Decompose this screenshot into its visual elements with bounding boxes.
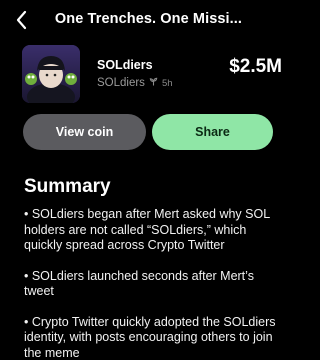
share-button[interactable]: Share — [152, 114, 273, 150]
market-cap: $2.5M — [229, 56, 282, 77]
coin-subtitle: SOLdiers 5h — [97, 77, 173, 89]
coin-ticker: SOLdiers — [97, 77, 145, 89]
summary-list: • SOLdiers began after Mert asked why SO… — [24, 207, 279, 360]
summary-bullet: • SOLdiers launched seconds after Mert’s… — [24, 268, 254, 299]
summary-bullet: • Crypto Twitter quickly adopted the SOL… — [24, 314, 276, 360]
coin-name: SOLdiers — [97, 58, 153, 72]
top-bar: One Trenches. One Missi... — [0, 0, 297, 42]
coin-avatar — [22, 45, 80, 103]
coin-header: SOLdiers SOLdiers 5h $2.5M — [22, 45, 282, 103]
sprout-icon — [149, 77, 158, 89]
summary-heading: Summary — [24, 176, 111, 197]
page-title: One Trenches. One Missi... — [54, 11, 243, 27]
view-coin-button[interactable]: View coin — [23, 114, 146, 150]
coin-age: 5h — [161, 77, 173, 89]
summary-bullet: • SOLdiers began after Mert asked why SO… — [24, 207, 270, 252]
